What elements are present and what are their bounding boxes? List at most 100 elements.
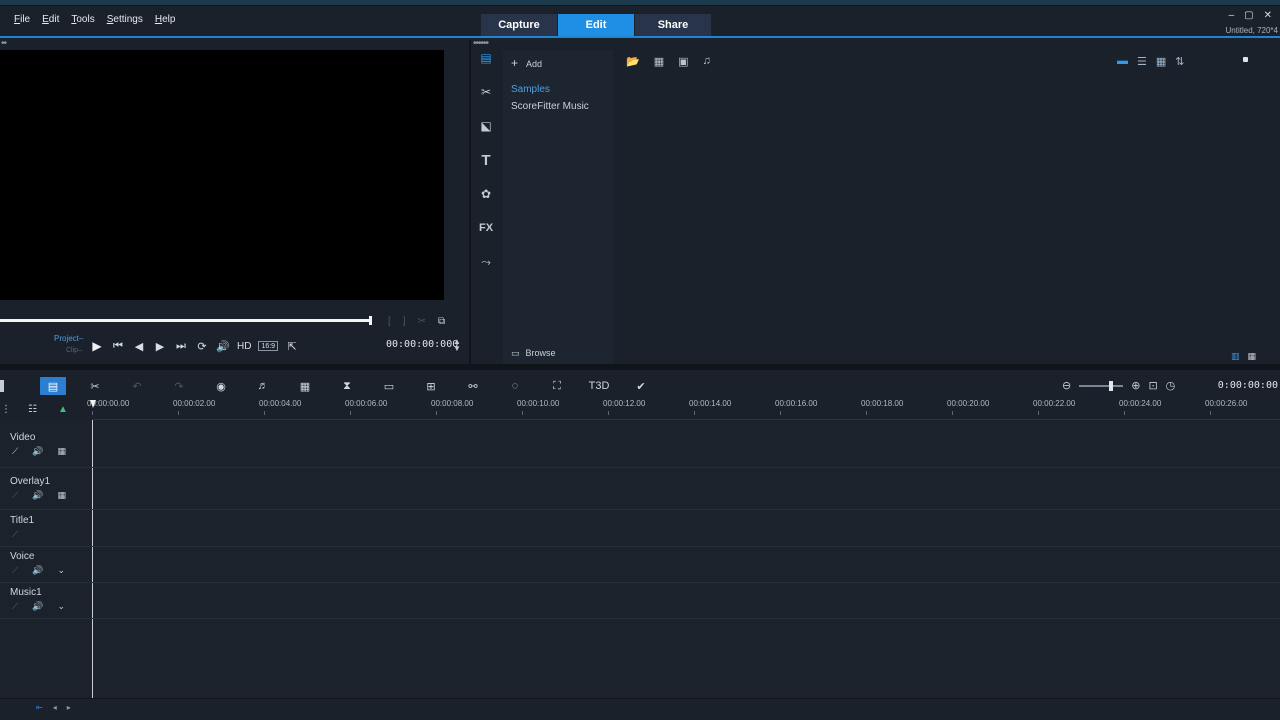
storyboard-edge-icon[interactable]	[0, 380, 4, 392]
add-track-icon[interactable]: ☷	[28, 404, 37, 415]
layout-two-icon[interactable]: ▦	[1248, 351, 1257, 362]
fit-project-icon[interactable]: ⊡	[1148, 379, 1157, 392]
tools-icon[interactable]: ✂	[74, 377, 116, 395]
browse-button[interactable]: ▭ Browse	[511, 348, 556, 359]
mask-creator-icon[interactable]: ◌	[494, 377, 536, 395]
add-folder-button[interactable]: + Add	[511, 56, 542, 70]
redo-icon[interactable]: ↷	[158, 377, 200, 395]
mark-in-icon[interactable]: [	[388, 316, 391, 327]
minimize-button[interactable]: –	[1229, 10, 1235, 21]
home-icon[interactable]: ⏮	[111, 338, 125, 354]
chapter-marker-icon[interactable]: ▲	[58, 404, 68, 415]
mute-icon[interactable]: 🔊	[32, 490, 43, 501]
grid-view-icon[interactable]: ▦	[1156, 55, 1166, 68]
track-controls: ⟋ 🔊 ⌄	[12, 565, 65, 576]
layout-one-icon[interactable]: ▥	[1231, 351, 1240, 362]
maximize-button[interactable]: ▢	[1244, 10, 1253, 21]
enlarge-preview-icon[interactable]: ⧉	[438, 316, 445, 327]
time-remapping-icon[interactable]: ⚯	[452, 377, 494, 395]
menu-settings[interactable]: Settings	[101, 14, 149, 25]
preview-timecode[interactable]: 00:00:00:000	[386, 339, 462, 353]
tab-edit[interactable]: Edit	[558, 14, 634, 36]
clip-mode-label[interactable]: Clip–	[66, 347, 82, 354]
thumbnail-view-icon[interactable]: ▬	[1117, 55, 1128, 68]
link-icon[interactable]: ⟋	[12, 490, 18, 501]
sound-mixer-icon[interactable]: ♬	[242, 377, 284, 395]
expand-track-icon[interactable]: ⌄	[58, 601, 66, 612]
zoom-slider[interactable]	[1079, 380, 1124, 391]
link-icon[interactable]: ⟋	[12, 565, 18, 576]
mute-icon[interactable]: 🔊	[32, 565, 43, 576]
title-3d-icon[interactable]: T3D	[578, 377, 620, 395]
scrub-knob[interactable]	[369, 316, 372, 325]
scroll-left-icon[interactable]: ◂	[53, 703, 57, 712]
media-icon[interactable]: ▤	[471, 46, 501, 70]
timecode-spinner-icon[interactable]: ▲ ▼	[453, 338, 461, 353]
aspect-ratio-button[interactable]: 16:9	[258, 341, 279, 351]
library-item-scorefitter[interactable]: ScoreFitter Music	[511, 101, 589, 112]
list-view-icon[interactable]: ☰	[1137, 55, 1147, 68]
split-clip-icon[interactable]: ✂	[418, 316, 426, 327]
instant-project-icon[interactable]: ✂	[471, 80, 501, 104]
motion-tracking-icon[interactable]: ⧗	[326, 377, 368, 395]
link-icon[interactable]: ⟋	[12, 601, 18, 612]
zoom-in-icon[interactable]: ⊕	[1131, 379, 1140, 392]
transition-icon[interactable]: ⬕	[471, 114, 501, 138]
path-icon[interactable]: ⤳	[471, 250, 501, 274]
sort-icon[interactable]: ⇅	[1175, 55, 1184, 68]
menu-tools[interactable]: Tools	[65, 14, 100, 25]
link-icon[interactable]: ⟋	[12, 529, 18, 540]
end-icon[interactable]: ⏭	[174, 338, 188, 354]
menu-help[interactable]: Help	[149, 14, 182, 25]
timeline-timecode[interactable]: 0:00:00:00	[1218, 380, 1278, 391]
pan-zoom-icon[interactable]: ⛶	[536, 377, 578, 395]
menu-edit[interactable]: Edit	[36, 14, 65, 25]
record-capture-icon[interactable]: ◉	[200, 377, 242, 395]
export-icon[interactable]: ⇱	[285, 338, 299, 354]
preview-window[interactable]	[0, 50, 444, 300]
zoom-out-icon[interactable]: ⊖	[1062, 379, 1071, 392]
mute-icon[interactable]: 🔊	[32, 446, 43, 457]
thumbnail-size-slider[interactable]	[1243, 57, 1248, 62]
show-photo-icon[interactable]: ▣	[678, 55, 688, 68]
scroll-right-icon[interactable]: ▸	[67, 703, 71, 712]
graphic-icon[interactable]: ✿	[471, 182, 501, 206]
show-audio-icon[interactable]: ♫	[703, 55, 711, 68]
menu-file[interactable]: File	[8, 14, 36, 25]
track-manager-icon[interactable]: ⋮	[1, 404, 11, 415]
import-media-icon[interactable]: 📂	[626, 55, 640, 68]
smart-package-icon[interactable]: ✔	[620, 377, 662, 395]
multi-camera-icon[interactable]: ⊞	[410, 377, 452, 395]
subtitle-editor-icon[interactable]: ▭	[368, 377, 410, 395]
scroll-to-start-icon[interactable]: ⇤	[36, 703, 43, 712]
ripple-edit-icon[interactable]: ▦	[58, 446, 67, 457]
repeat-icon[interactable]: ⟳	[195, 338, 209, 354]
link-icon[interactable]: ⟋	[12, 446, 18, 457]
hd-preview-button[interactable]: HD	[237, 338, 251, 354]
library-item-samples[interactable]: Samples	[511, 84, 550, 95]
timeline-ruler[interactable]: 00:00:00.00 00:00:02.00 00:00:04.00 00:00:0…	[87, 398, 1280, 420]
scrub-bar[interactable]	[0, 319, 371, 322]
mark-out-icon[interactable]: ]	[403, 316, 406, 327]
playhead-marker[interactable]	[90, 400, 96, 408]
volume-icon[interactable]: 🔊	[216, 338, 230, 354]
tab-capture[interactable]: Capture	[481, 14, 557, 36]
previous-frame-icon[interactable]: ◀	[132, 338, 146, 354]
fx-icon[interactable]: FX	[471, 216, 501, 240]
next-frame-icon[interactable]: ▶	[153, 338, 167, 354]
auto-music-icon[interactable]: ▦	[284, 377, 326, 395]
project-mode-label[interactable]: Project–	[54, 334, 83, 343]
ripple-edit-icon[interactable]: ▦	[58, 490, 67, 501]
library-content[interactable]	[614, 50, 1280, 364]
expand-track-icon[interactable]: ⌄	[58, 565, 66, 576]
undo-icon[interactable]: ↶	[116, 377, 158, 395]
show-video-icon[interactable]: ▦	[654, 55, 664, 68]
title-icon[interactable]: T	[471, 148, 501, 172]
timeline-view-icon[interactable]: ▤	[40, 377, 66, 395]
panel-grip-icon[interactable]: ••	[1, 38, 7, 49]
close-button[interactable]: ✕	[1264, 10, 1272, 21]
mute-icon[interactable]: 🔊	[32, 601, 43, 612]
play-icon[interactable]: ▶	[90, 338, 104, 354]
tab-share[interactable]: Share	[635, 14, 711, 36]
zoom-knob[interactable]	[1109, 380, 1114, 391]
